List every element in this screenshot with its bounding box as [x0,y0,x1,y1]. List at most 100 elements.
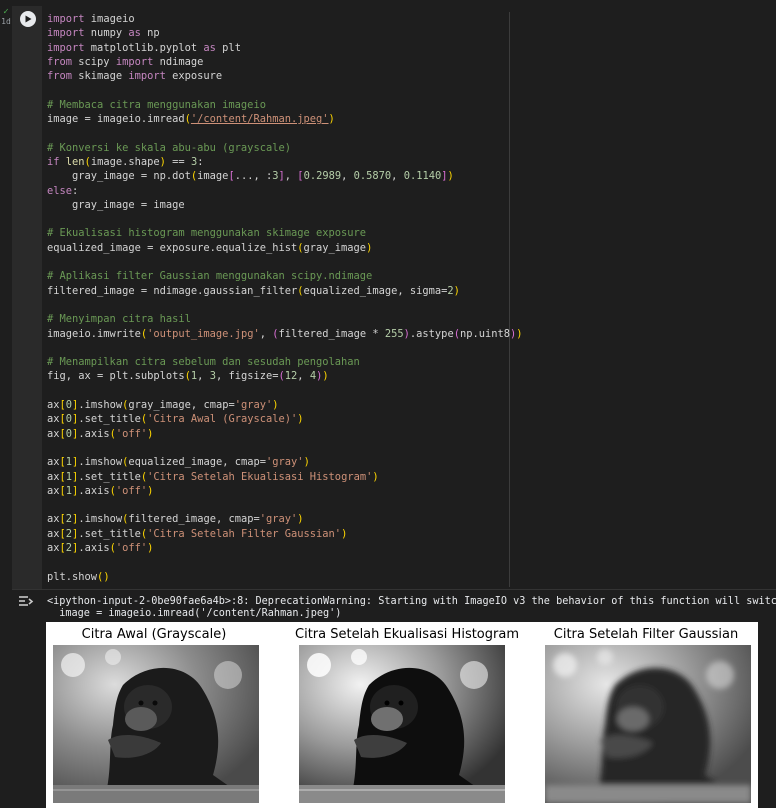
code-token: # Ekualisasi histogram menggunakan skima… [47,227,367,240]
code-token: filtered_image * [278,327,385,340]
code-token: equalized_image = exposure.equalize_hist [47,241,298,254]
code-token: gray_image = image [47,198,185,211]
code-line: equalized_image = exposure.equalize_hist… [47,241,523,255]
code-token: ax [47,470,60,483]
warning-line-2: image = imageio.imread('/content/Rahman.… [47,608,342,620]
code-token: , [284,170,298,183]
code-line: ax[1].set_title('Citra Setelah Ekualisas… [47,470,523,484]
code-token: ) [322,370,329,383]
code-token: 'gray' [234,399,273,412]
code-token: , [391,170,404,183]
code-token: equalized_image, sigma= [303,284,448,297]
code-token: ax [47,484,60,497]
code-token: import [47,41,85,54]
matplotlib-figure: Citra Awal (Grayscale) Citra Setelah Eku… [46,622,758,808]
code-line: else: [47,184,523,198]
code-token: plt.show [47,570,98,583]
code-token: , [297,370,310,383]
panel-title: Citra Setelah Ekualisasi Histogram [295,627,519,642]
code-token: np [140,27,160,40]
code-token: ) [147,427,154,440]
code-token: gray_image [303,241,367,254]
code-token: == [165,155,191,168]
code-token: : [197,155,204,168]
code-token: .astype [409,327,454,340]
code-token: plt [215,41,241,54]
code-token: numpy [84,27,129,40]
code-line: if len(image.shape) == 3: [47,155,523,169]
image-blurred [545,645,751,803]
code-token: import [115,55,154,68]
code-line: gray_image = image [47,198,523,212]
code-token: import [47,27,85,40]
code-token: ) [297,413,304,426]
code-token: ndimage [153,55,204,68]
code-line: fig, ax = plt.subplots(1, 3, figsize=(12… [47,369,523,383]
code-token: ax [47,456,60,469]
code-token: .set_title [78,413,141,426]
code-line: ax[0].set_title('Citra Awal (Grayscale)'… [47,412,523,426]
code-token: 0.1140 [403,170,442,183]
code-line: from skimage import exposure [47,69,523,83]
code-token: 'gray' [266,456,304,469]
code-token: ) [147,541,154,554]
code-token: else [47,184,73,197]
code-token: .set_title [78,527,141,540]
code-line: ax[2].axis('off') [47,541,523,555]
code-token: 'off' [115,484,148,497]
code-token: if [47,155,60,168]
code-token: ax [47,513,60,526]
code-token: .axis [78,427,110,440]
code-token: ax [47,541,60,554]
code-token: # Aplikasi filter Gaussian menggunakan s… [47,270,373,283]
code-content[interactable]: import imageio import numpy as np import m… [47,12,523,584]
code-token: imageio [84,13,135,25]
code-token: as [128,27,141,40]
code-token: imageio.imwrite [47,327,141,340]
code-token: .imshow [78,456,123,469]
code-token: : [72,184,79,197]
code-token: skimage [72,70,129,83]
code-token: .imshow [78,399,123,412]
code-token: matplotlib.pyplot [84,41,204,54]
code-line: import numpy as np [47,26,523,40]
code-token: , [341,170,354,183]
panel-blurred: Citra Setelah Filter Gaussian [541,622,751,643]
code-token: ax [47,399,60,412]
code-token: image = imageio.imread [47,113,185,126]
code-token: gray_image = np.dot [47,170,191,183]
code-line: ax[0].axis('off') [47,427,523,441]
code-line: import imageio [47,12,523,26]
run-cell-button[interactable] [20,11,36,27]
code-token: , [197,370,210,383]
code-token: ax [47,427,60,440]
code-token: 'Citra Setelah Filter Gaussian' [147,527,342,540]
code-token: filtered_image, cmap= [128,513,260,526]
left-gutter [0,0,12,808]
code-token: image [197,170,229,183]
output-toggle-icon[interactable] [18,595,36,609]
code-token: ) [303,456,310,469]
code-token: .axis [78,541,110,554]
code-token: 'off' [115,541,148,554]
code-token: gray_image, cmap= [128,399,235,412]
code-line: from scipy import ndimage [47,55,523,69]
code-token: ..., : [234,170,273,183]
code-token: 0.5870 [353,170,392,183]
code-token: 'off' [115,427,148,440]
code-token: filtered_image = ndimage.gaussian_filter [47,284,298,297]
code-token: # Konversi ke skala abu-abu (grayscale) [47,141,291,154]
code-token: ) [272,399,279,412]
panel-title: Citra Setelah Filter Gaussian [553,627,739,642]
image-equalized [299,645,505,803]
code-line: ax[2].imshow(filtered_image, cmap='gray'… [47,512,523,526]
execution-status: ✓ 1d [0,8,12,27]
